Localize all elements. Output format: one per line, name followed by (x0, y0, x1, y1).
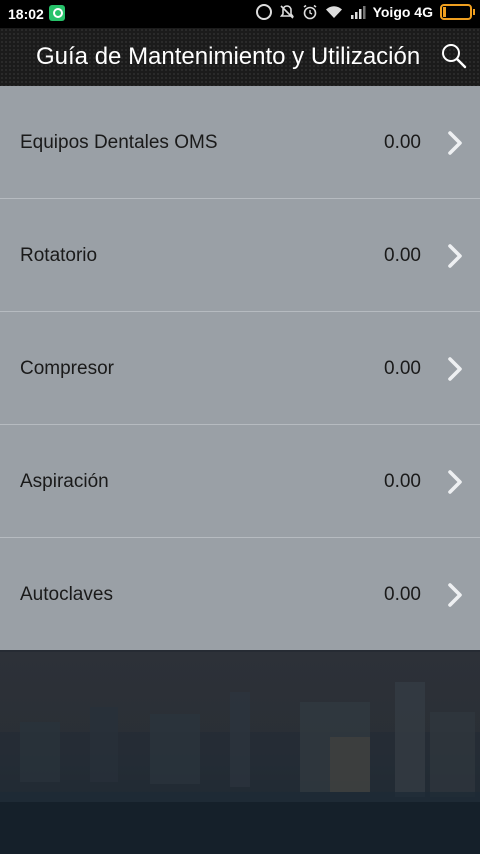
carrier-name: Yoigo 4G (372, 4, 433, 20)
list-item-label: Autoclaves (20, 584, 113, 605)
chevron-right-icon (448, 357, 462, 381)
circle-status-icon (255, 4, 272, 20)
background-image (0, 652, 480, 854)
city-skyline-image (0, 682, 480, 854)
chevron-right-icon (448, 131, 462, 155)
status-icons: Yoigo 4G (255, 4, 475, 20)
app-header: Guía de Mantenimiento y Utilización (0, 28, 480, 86)
signal-icon (350, 6, 366, 19)
chevron-right-icon (448, 583, 462, 607)
list-item[interactable]: Rotatorio 0.00 (0, 199, 480, 312)
chevron-right-icon (448, 470, 462, 494)
bell-off-icon (279, 5, 294, 19)
list-item-value: 0.00 (384, 132, 421, 153)
whatsapp-icon (49, 5, 65, 21)
list-item-value: 0.00 (384, 471, 421, 492)
list-item-label: Compresor (20, 358, 114, 379)
category-list: Equipos Dentales OMS 0.00 Rotatorio 0.00… (0, 86, 480, 650)
page-title: Guía de Mantenimiento y Utilización (36, 43, 421, 70)
list-item[interactable]: Compresor 0.00 (0, 312, 480, 425)
list-item-label: Rotatorio (20, 245, 98, 266)
list-item[interactable]: Aspiración 0.00 (0, 425, 480, 538)
search-icon (442, 44, 467, 69)
battery-fill (443, 7, 446, 17)
list-item[interactable]: Autoclaves 0.00 (0, 538, 480, 650)
list-item-value: 0.00 (384, 245, 421, 266)
app-screen: 18:02 Yoigo 4G Guía de Mantenimiento y U… (0, 0, 480, 854)
search-button[interactable] (440, 42, 468, 70)
wifi-icon (325, 6, 342, 18)
battery-icon (440, 4, 475, 20)
status-time: 18:02 (8, 6, 44, 22)
list-item-value: 0.00 (384, 358, 421, 379)
chevron-right-icon (448, 244, 462, 268)
list-item[interactable]: Equipos Dentales OMS 0.00 (0, 86, 480, 199)
list-item-value: 0.00 (384, 584, 421, 605)
list-item-label: Equipos Dentales OMS (20, 132, 218, 153)
list-item-label: Aspiración (20, 471, 109, 492)
status-bar: 18:02 Yoigo 4G (0, 0, 480, 28)
alarm-icon (303, 4, 317, 20)
